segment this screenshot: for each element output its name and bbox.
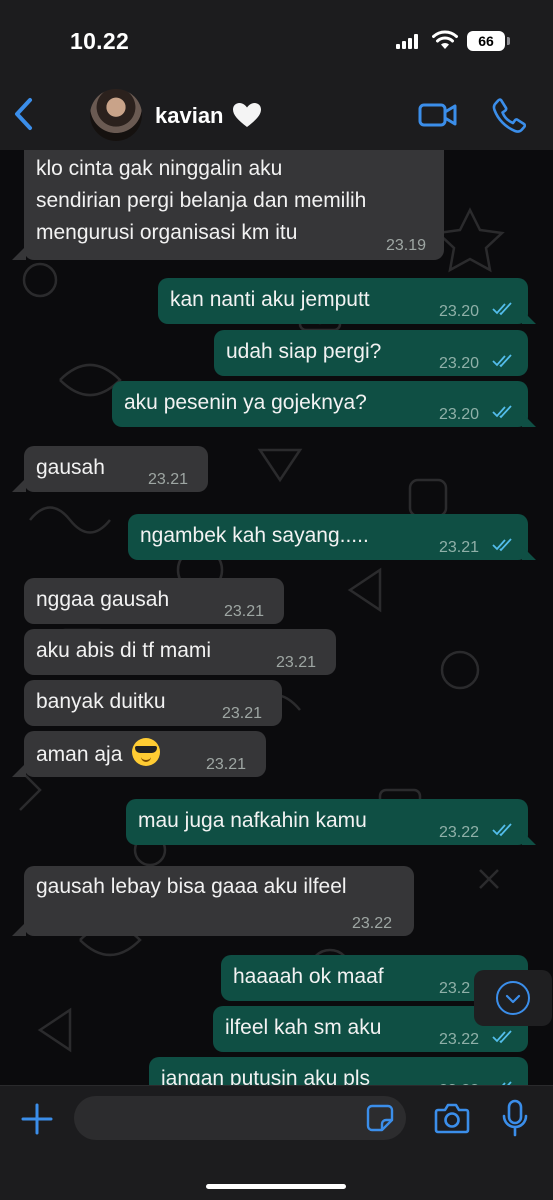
bubble-tail [12,246,26,260]
message-time: 23.22 [439,1031,480,1048]
message-text: aku pesenin ya gojeknya? [124,391,367,414]
message-outgoing[interactable]: udah siap pergi? 23.20 [214,330,528,376]
cellular-signal-icon [396,34,420,49]
message-time: 23.20 [439,355,480,372]
message-text: gausah lebay bisa gaaa aku ilfeel [36,875,347,898]
message-incoming[interactable]: aman aja 23.21 [24,731,266,777]
message-time: 23.20 [439,303,480,320]
phone-call-icon[interactable] [492,97,526,133]
camera-icon[interactable] [434,1102,470,1134]
bubble-tail [12,478,26,492]
bubble-tail [12,922,26,936]
message-time: 23.21 [148,471,189,488]
sunglasses-emoji-icon [132,738,161,766]
battery-tip [507,37,510,45]
message-incoming[interactable]: klo cinta gak ninggalin aku sendirian pe… [24,150,444,260]
status-bar: 10.22 66 [0,0,553,80]
message-text: haaaah ok maaf [233,965,384,988]
message-time: 23.21 [206,756,247,773]
message-time: 23.22 [352,915,393,932]
read-receipt-icon [492,823,512,837]
message-text-wrap: aman aja [36,738,161,770]
message-list[interactable]: klo cinta gak ninggalin aku sendirian pe… [0,150,553,1085]
message-time: 23.21 [439,539,480,556]
message-text: kan nanti aku jemputt [170,288,370,311]
bubble-tail [522,310,536,324]
message-time: 23.20 [439,406,480,423]
composer-bar [0,1085,553,1200]
read-receipt-icon [492,302,512,316]
back-chevron-icon[interactable] [8,94,42,134]
chat-header: kavian [0,80,553,150]
read-receipt-icon [492,354,512,368]
message-incoming[interactable]: banyak duitku 23.21 [24,680,282,726]
message-text-line: klo cinta gak ninggalin aku [36,157,283,180]
message-text: nggaa gausah [36,588,170,611]
status-time: 10.22 [70,28,130,54]
read-receipt-icon [492,405,512,419]
message-text: gausah [36,456,105,479]
message-incoming[interactable]: gausah 23.21 [24,446,208,492]
message-text: ilfeel kah sm aku [225,1016,382,1039]
bubble-tail [522,546,536,560]
microphone-icon[interactable] [502,1099,528,1137]
message-time: 23.22 [439,824,480,841]
message-incoming[interactable]: aku abis di tf mami 23.21 [24,629,336,675]
chevron-down-icon [505,994,521,1004]
message-incoming[interactable]: nggaa gausah 23.21 [24,578,284,624]
read-receipt-icon [492,538,512,552]
message-text-line: sendirian pergi belanja dan memilih [36,189,367,212]
message-time: 23.21 [276,654,317,671]
video-call-icon[interactable] [418,100,458,130]
message-input[interactable] [74,1096,406,1140]
contact-name[interactable]: kavian [155,103,224,129]
message-time: 23.2 [439,980,471,997]
wifi-icon [432,30,458,49]
message-outgoing[interactable]: kan nanti aku jemputt 23.20 [158,278,528,324]
message-outgoing[interactable]: jangan putusin aku pls 23.22 [149,1057,528,1085]
message-time: 23.22 [439,1076,479,1085]
message-outgoing[interactable]: aku pesenin ya gojeknya? 23.20 [112,381,528,427]
bubble-tail [522,831,536,845]
message-time: 23.21 [224,603,265,620]
bubble-tail [12,763,26,777]
message-outgoing[interactable]: mau juga nafkahin kamu 23.22 [126,799,528,845]
message-time: 23.21 [222,705,263,722]
message-text: jangan putusin aku pls [161,1067,370,1085]
message-text: ngambek kah sayang..... [140,524,369,547]
battery-icon: 66 [467,31,505,51]
message-text: banyak duitku [36,690,166,713]
contact-avatar[interactable] [90,89,142,141]
message-incoming[interactable]: gausah lebay bisa gaaa aku ilfeel 23.22 [24,866,414,936]
message-text-line: mengurusi organisasi km itu [36,221,298,244]
plus-icon[interactable] [20,1102,54,1136]
message-text: udah siap pergi? [226,340,382,363]
white-heart-icon [233,103,261,127]
message-time: 23.19 [386,237,427,254]
sticker-icon[interactable] [366,1104,394,1132]
message-text: aku abis di tf mami [36,639,212,662]
message-text: mau juga nafkahin kamu [138,809,367,832]
message-text: aman aja [36,743,123,766]
message-outgoing[interactable]: ngambek kah sayang..... 23.21 [128,514,528,560]
bubble-tail [522,413,536,427]
scroll-to-bottom-button[interactable] [474,970,552,1026]
read-receipt-icon [492,1030,512,1044]
home-indicator [206,1184,346,1189]
